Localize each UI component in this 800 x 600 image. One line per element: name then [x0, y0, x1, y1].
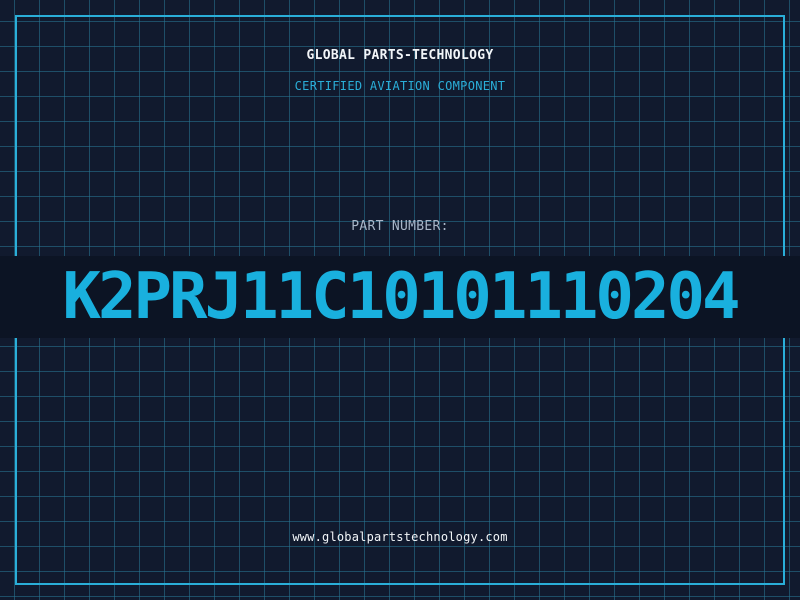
part-number-label: PART NUMBER: — [351, 219, 449, 234]
company-name: GLOBAL PARTS-TECHNOLOGY — [306, 48, 494, 63]
part-number-band: K2PRJ11C10101110204 — [0, 256, 800, 338]
part-number-value: K2PRJ11C10101110204 — [62, 260, 740, 334]
website-url: www.globalpartstechnology.com — [292, 530, 508, 544]
part-label-card: { "header": { "company_name": "GLOBAL PA… — [0, 0, 800, 600]
certification-subtitle: CERTIFIED AVIATION COMPONENT — [294, 79, 506, 93]
